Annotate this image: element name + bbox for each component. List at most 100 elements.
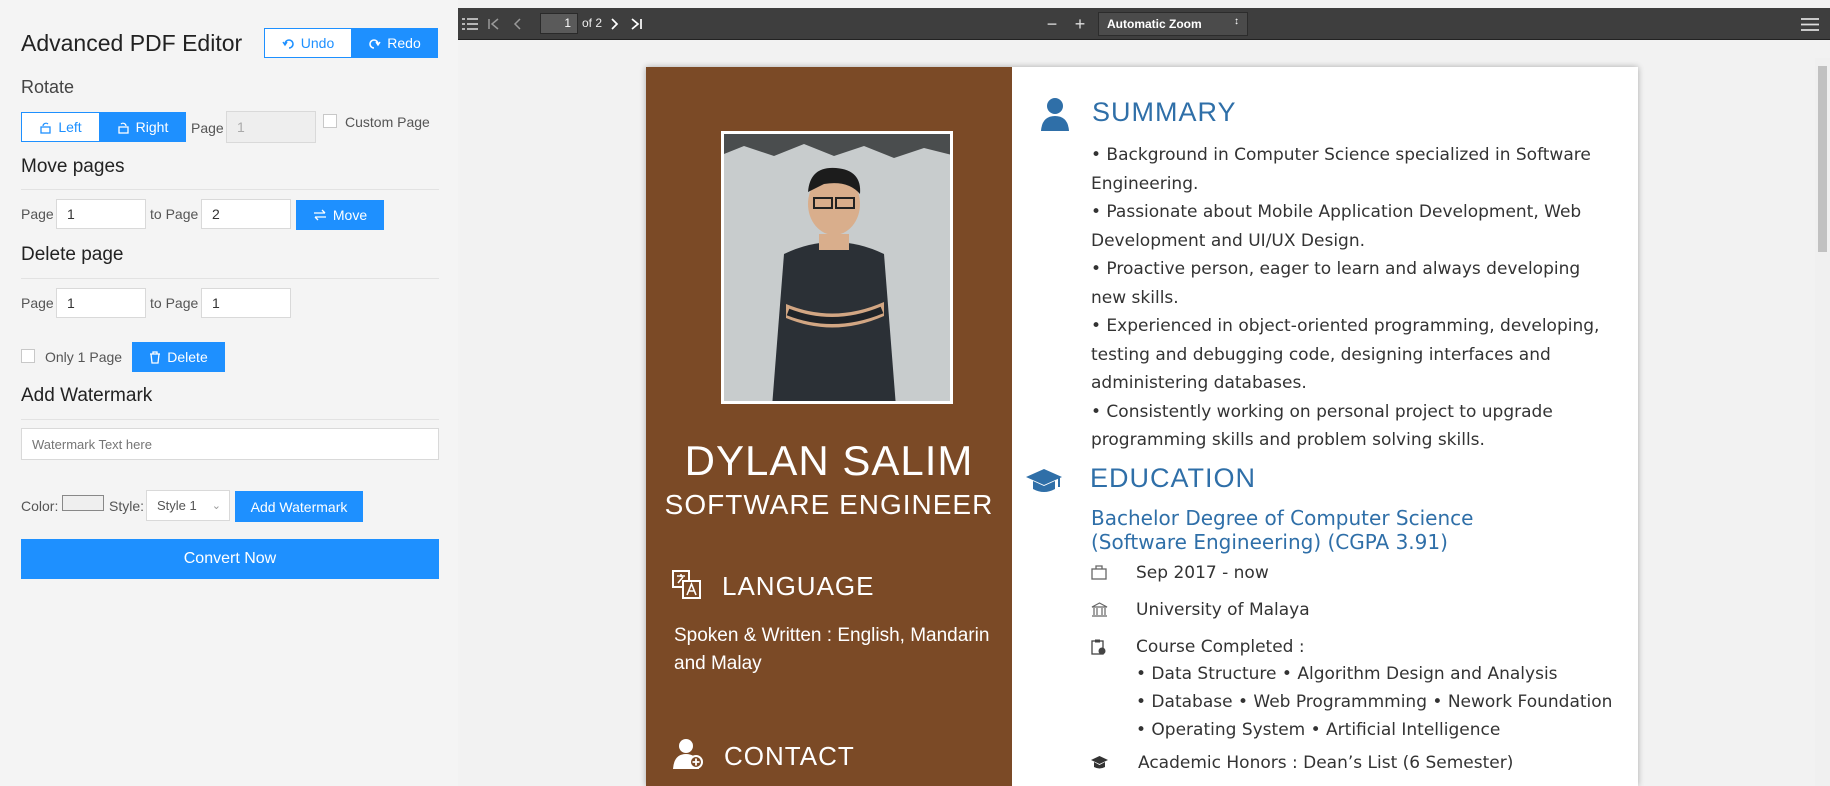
degree-line-1: Bachelor Degree of Computer Science (1091, 506, 1474, 530)
color-swatch[interactable] (62, 495, 104, 511)
only-one-page-label: Only 1 Page (45, 349, 123, 365)
summary-line: testing and debugging code, designing in… (1091, 344, 1551, 365)
summary-list: • Background in Computer Science special… (1091, 141, 1631, 455)
sidebar-toggle-icon[interactable] (460, 8, 480, 40)
summary-line: programming skills and problem solving s… (1091, 430, 1485, 450)
convert-now-label: Convert Now (183, 550, 277, 567)
chevron-down-icon: ⌄ (211, 500, 221, 512)
add-watermark-button[interactable]: Add Watermark (235, 491, 363, 522)
summary-line: • Consistently working on personal proje… (1091, 401, 1553, 422)
delete-label: Delete (167, 349, 208, 365)
graduation-cap-icon (1026, 467, 1062, 500)
scrollbar-thumb[interactable] (1818, 66, 1827, 252)
color-label: Color: (21, 498, 59, 514)
move-to-input[interactable]: 2 (201, 199, 291, 229)
rotate-left-label: Left (58, 119, 82, 135)
language-text: Spoken & Written : English, Mandarin and… (674, 625, 990, 674)
viewer-scrollbar[interactable] (1815, 58, 1830, 786)
editor-panel: Advanced PDF Editor Undo Redo Rotate Lef… (0, 0, 458, 786)
viewer-toolbar: 1 of 2 − + Automatic Zoom ↕ (458, 8, 1830, 40)
delete-to-label: to Page (150, 295, 199, 311)
first-page-icon[interactable] (486, 8, 502, 40)
select-arrows-icon: ↕ (1234, 16, 1239, 27)
delete-heading: Delete page (21, 244, 124, 265)
summary-line: administering databases. (1091, 373, 1307, 393)
education-period: Sep 2017 - now (1136, 563, 1269, 583)
summary-line: new skills. (1091, 287, 1179, 308)
person-icon (1041, 97, 1069, 136)
rotate-right-label: Right (135, 119, 169, 135)
next-page-icon[interactable] (608, 8, 622, 40)
education-heading: EDUCATION (1090, 463, 1257, 493)
pdf-viewer: 1 of 2 − + Automatic Zoom ↕ DYLAN SALIM … (458, 0, 1830, 786)
rotate-right-button[interactable]: Right (99, 112, 186, 142)
zoom-in-icon[interactable]: + (1072, 8, 1088, 40)
contact-heading: CONTACT (724, 741, 855, 771)
watermark-divider (21, 419, 439, 420)
honors-cap-icon (1091, 755, 1109, 771)
profile-photo (721, 131, 953, 404)
resume-role: SOFTWARE ENGINEER (664, 489, 994, 520)
only-one-page-checkbox[interactable] (21, 349, 35, 363)
tools-menu-icon[interactable] (1798, 8, 1822, 40)
zoom-out-icon[interactable]: − (1044, 8, 1060, 40)
move-button[interactable]: Move (296, 200, 384, 230)
rotate-page-input[interactable]: 1 (226, 111, 316, 143)
delete-button[interactable]: Delete (132, 342, 225, 372)
custom-page-checkbox[interactable] (323, 114, 337, 128)
custom-page-label: Custom Page (345, 114, 430, 130)
summary-line: • Experienced in object-oriented program… (1091, 316, 1600, 336)
zoom-select[interactable]: Automatic Zoom ↕ (1098, 12, 1248, 36)
move-heading: Move pages (21, 156, 125, 177)
undo-button[interactable]: Undo (264, 28, 352, 58)
rotate-right-icon (117, 121, 130, 134)
resume-sidebar: DYLAN SALIM SOFTWARE ENGINEER LANGUAGE S… (646, 67, 1012, 786)
delete-divider (21, 278, 439, 279)
degree-line-2: (Software Engineering) (CGPA 3.91) (1091, 530, 1448, 554)
academic-honors: Academic Honors : Dean’s List (6 Semeste… (1138, 753, 1514, 773)
course-line: • Operating System • Artificial Intellig… (1136, 720, 1501, 740)
watermark-heading: Add Watermark (21, 385, 153, 406)
summary-line: Engineering. (1091, 173, 1199, 194)
swap-icon (313, 209, 327, 221)
move-page-label: Page (21, 206, 54, 222)
language-heading: LANGUAGE (722, 571, 875, 601)
contact-icon (672, 737, 704, 774)
pdf-page: DYLAN SALIM SOFTWARE ENGINEER LANGUAGE S… (646, 67, 1638, 786)
delete-to-input[interactable]: 1 (201, 288, 291, 318)
undo-icon (282, 37, 295, 50)
course-line: • Data Structure • Algorithm Design and … (1136, 664, 1558, 684)
zoom-value: Automatic Zoom (1107, 17, 1202, 31)
trash-icon (149, 350, 161, 364)
rotate-page-label: Page (191, 120, 224, 136)
education-university: University of Malaya (1136, 600, 1310, 620)
delete-page-input[interactable]: 1 (56, 288, 146, 318)
redo-button[interactable]: Redo (351, 28, 438, 58)
clipboard-check-icon (1091, 639, 1109, 655)
style-select-value: Style 1 (157, 498, 197, 513)
summary-line: Development and UI/UX Design. (1091, 230, 1366, 251)
rotate-heading: Rotate (21, 77, 75, 97)
course-line: • Database • Web Programmming • Nework F… (1136, 692, 1613, 712)
move-page-input[interactable]: 1 (56, 199, 146, 229)
previous-page-icon[interactable] (510, 8, 524, 40)
page-number-input[interactable]: 1 (540, 13, 578, 34)
summary-heading: SUMMARY (1092, 97, 1237, 127)
briefcase-icon (1091, 565, 1109, 581)
rotate-left-icon (39, 121, 52, 134)
university-icon (1091, 602, 1109, 618)
editor-title: Advanced PDF Editor (21, 30, 243, 56)
style-label: Style: (109, 498, 145, 514)
rotate-left-button[interactable]: Left (21, 112, 100, 142)
last-page-icon[interactable] (628, 8, 644, 40)
add-watermark-label: Add Watermark (250, 498, 348, 515)
watermark-text-input[interactable] (21, 428, 439, 460)
translate-icon (672, 570, 702, 605)
delete-page-label: Page (21, 295, 54, 311)
style-select[interactable]: Style 1 ⌄ (146, 490, 230, 521)
page-total: of 2 (582, 16, 603, 30)
move-divider (21, 189, 439, 190)
convert-now-button[interactable]: Convert Now (21, 539, 439, 579)
summary-line: • Passionate about Mobile Application De… (1091, 202, 1582, 222)
redo-label: Redo (387, 35, 421, 51)
